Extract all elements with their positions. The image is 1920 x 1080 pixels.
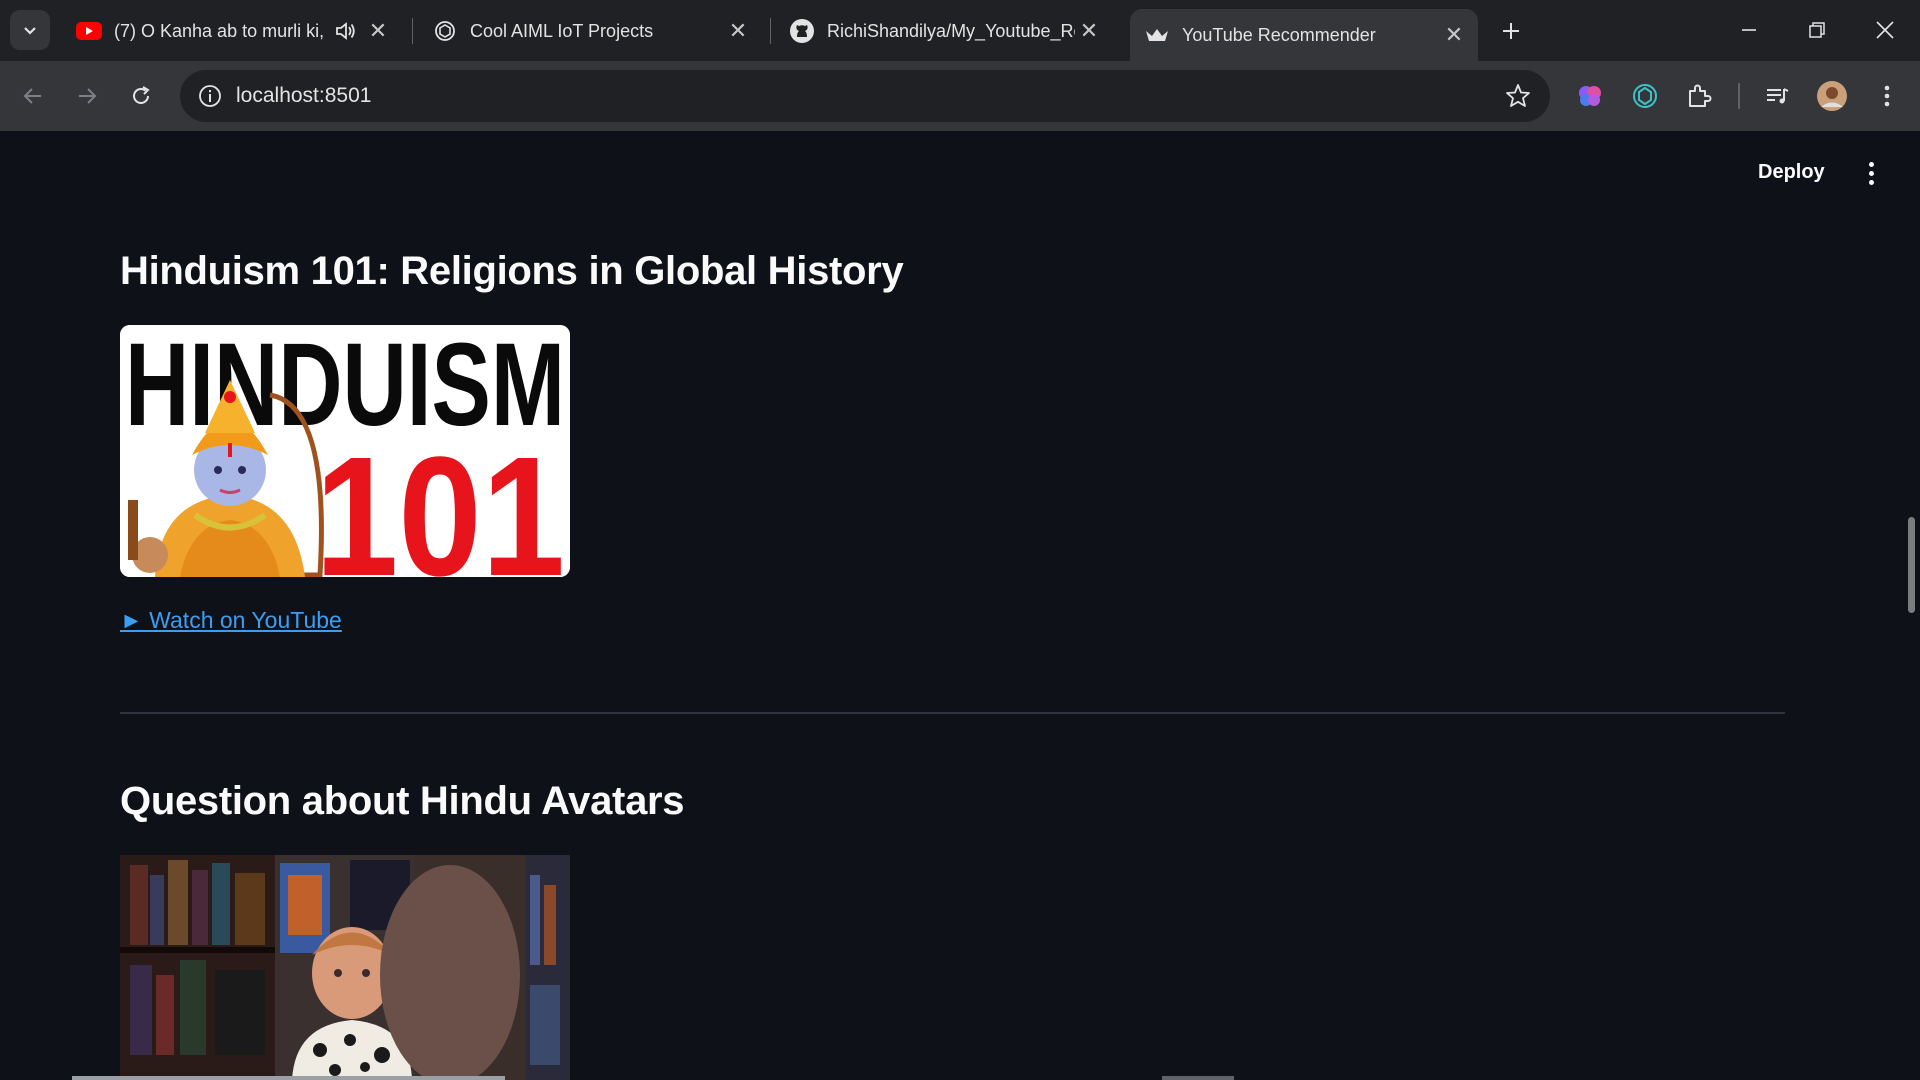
streamlit-app: Deploy Hinduism 101: Religions in Global…	[0, 131, 1920, 1080]
tab-separator	[412, 18, 413, 44]
plus-icon	[1503, 23, 1519, 39]
restore-button[interactable]	[1794, 8, 1840, 52]
tab-search-button[interactable]	[10, 10, 50, 50]
close-window-button[interactable]	[1862, 8, 1908, 52]
horizontal-scrollbar[interactable]	[72, 1076, 505, 1080]
deploy-button[interactable]: Deploy	[1758, 161, 1825, 184]
tab-youtube-recommender[interactable]: YouTube Recommender ✕	[1130, 9, 1478, 61]
page-scrollbar[interactable]	[1908, 517, 1915, 613]
brain-extension-icon[interactable]	[1573, 79, 1607, 113]
back-button[interactable]	[12, 75, 54, 117]
site-info-icon[interactable]	[196, 82, 224, 110]
profile-avatar[interactable]	[1815, 79, 1849, 113]
app-menu-icon[interactable]	[1858, 157, 1884, 189]
tab-strip: (7) O Kanha ab to murli ki, B ✕ Cool AIM…	[0, 0, 1920, 61]
video-title: Question about Hindu Avatars	[120, 779, 685, 823]
openai-extension-icon[interactable]	[1628, 79, 1662, 113]
chatgpt-icon	[432, 18, 458, 44]
tab-title: Cool AIML IoT Projects	[470, 20, 654, 41]
video-title: Hinduism 101: Religions in Global Histor…	[120, 249, 904, 293]
tab-youtube-music[interactable]: (7) O Kanha ab to murli ki, B ✕	[62, 9, 402, 53]
minimize-icon	[1742, 29, 1756, 31]
close-tab-icon[interactable]: ✕	[1075, 17, 1103, 45]
minimize-button[interactable]	[1726, 8, 1772, 52]
streamlit-icon	[1144, 22, 1170, 48]
close-tab-icon[interactable]: ✕	[1440, 21, 1468, 49]
horizontal-scrollbar-track-segment	[1162, 1076, 1234, 1080]
github-icon	[789, 18, 815, 44]
restore-icon	[1809, 22, 1825, 38]
speaker-icon[interactable]	[334, 18, 358, 44]
star-icon[interactable]	[1504, 82, 1532, 110]
extensions-puzzle-icon[interactable]	[1682, 79, 1716, 113]
address-bar[interactable]: localhost:8501	[180, 70, 1550, 122]
tab-github[interactable]: RichiShandilya/My_Youtube_Re ✕	[775, 9, 1113, 53]
tab-title: (7) O Kanha ab to murli ki, B	[114, 20, 328, 41]
new-tab-button[interactable]	[1492, 12, 1530, 50]
video-thumbnail: HINDUISM 101	[120, 325, 570, 577]
toolbar-separator	[1738, 83, 1740, 109]
browser-menu-icon[interactable]	[1870, 79, 1904, 113]
arrow-right-icon	[79, 88, 97, 104]
arrow-left-icon	[23, 88, 41, 104]
video-thumbnail	[120, 855, 570, 1080]
tab-title: YouTube Recommender	[1182, 24, 1376, 45]
tab-chatgpt[interactable]: Cool AIML IoT Projects ✕	[418, 9, 762, 53]
youtube-icon	[76, 18, 102, 44]
tab-separator	[770, 18, 771, 44]
thumb-text-bottom: 101	[315, 422, 565, 577]
reload-button[interactable]	[120, 75, 162, 117]
close-icon	[1876, 21, 1894, 39]
watch-on-youtube-link[interactable]: ► Watch on YouTube	[120, 607, 342, 634]
close-tab-icon[interactable]: ✕	[364, 17, 392, 45]
reload-icon	[133, 86, 150, 104]
divider	[120, 712, 1785, 714]
close-tab-icon[interactable]: ✕	[724, 17, 752, 45]
media-queue-icon[interactable]	[1760, 79, 1794, 113]
tab-title: RichiShandilya/My_Youtube_Re	[827, 20, 1075, 41]
browser-toolbar: localhost:8501	[0, 61, 1920, 131]
forward-button[interactable]	[66, 75, 108, 117]
url-text[interactable]: localhost:8501	[236, 84, 371, 108]
chevron-down-icon	[24, 27, 36, 35]
